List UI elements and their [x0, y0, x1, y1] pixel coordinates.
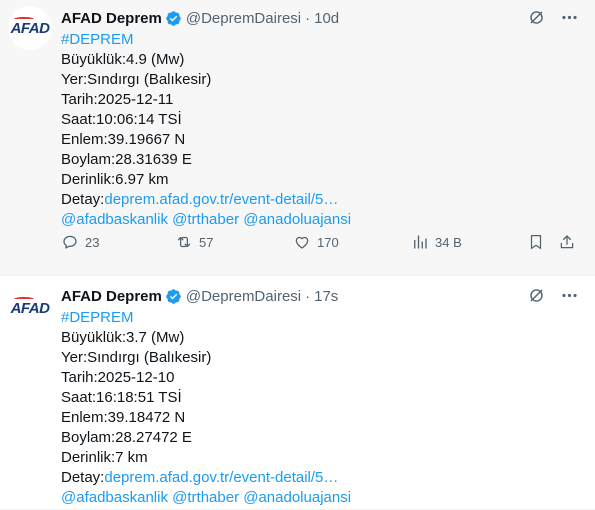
tweet[interactable]: AFAD AFAD Deprem @DepremDairesi · 10d #D… [0, 0, 595, 276]
mention-link[interactable]: @afadbaskanlik [61, 489, 168, 506]
time-line: Saat:16:18:51 TSİ [61, 389, 182, 406]
separator-dot: · [305, 9, 311, 27]
views-icon [414, 235, 427, 249]
tweet-text: #DEPREM Büyüklük:3.7 (Mw) Yer:Sındırgı (… [61, 308, 585, 508]
heart-icon [295, 236, 309, 249]
author-handle[interactable]: @DepremDairesi [186, 288, 301, 305]
like-button[interactable]: 170 [293, 233, 339, 251]
mention-link[interactable]: @anadoluajansi [243, 211, 351, 228]
location-line: Yer:Sındırgı (Balıkesir) [61, 71, 212, 88]
more-options-icon[interactable] [560, 8, 579, 27]
hashtag-link[interactable]: #DEPREM [61, 308, 585, 328]
author-handle[interactable]: @DepremDairesi [186, 10, 301, 27]
date-line: Tarih:2025-12-11 [61, 91, 174, 108]
avatar[interactable]: AFAD [8, 6, 52, 50]
detail-link[interactable]: deprem.afad.gov.tr/event-detail/5… [104, 469, 338, 486]
more-options-icon[interactable] [560, 286, 579, 305]
longitude-line: Boylam:28.31639 E [61, 151, 192, 168]
tweet-header: AFAD Deprem @DepremDairesi · 10d [61, 8, 585, 28]
reply-button[interactable]: 23 [61, 233, 99, 251]
verified-badge-icon [166, 10, 181, 26]
detail-line: Detay:deprem.afad.gov.tr/event-detail/5… [61, 190, 585, 210]
tweet-header: AFAD Deprem @DepremDairesi · 17s [61, 286, 585, 306]
afad-logo: AFAD [11, 16, 50, 37]
retweet-button[interactable]: 57 [175, 233, 213, 251]
detail-line: Detay:deprem.afad.gov.tr/event-detail/5… [61, 468, 585, 488]
timestamp[interactable]: 17s [314, 288, 338, 305]
views-button[interactable]: 34 B [411, 233, 462, 251]
grok-icon[interactable] [527, 8, 546, 27]
depth-line: Derinlik:7 km [61, 449, 148, 466]
time-line: Saat:10:06:14 TSİ [61, 111, 182, 128]
author-name[interactable]: AFAD Deprem [61, 10, 162, 27]
mentions-line: @afadbaskanlik @trthaber @anadoluajansi [61, 210, 585, 230]
share-icon [560, 235, 574, 249]
tweet-text: #DEPREM Büyüklük:4.9 (Mw) Yer:Sındırgı (… [61, 30, 585, 230]
date-line: Tarih:2025-12-10 [61, 369, 175, 386]
author-name[interactable]: AFAD Deprem [61, 288, 162, 305]
grok-icon[interactable] [527, 286, 546, 305]
retweet-count: 57 [199, 234, 214, 250]
hashtag-link[interactable]: #DEPREM [61, 30, 585, 50]
mention-link[interactable]: @trthaber [172, 489, 239, 506]
detail-label: Detay: [61, 469, 105, 486]
magnitude-line: Büyüklük:3.7 (Mw) [61, 329, 185, 346]
location-line: Yer:Sındırgı (Balıkesir) [61, 349, 212, 366]
mention-link[interactable]: @anadoluajansi [243, 489, 351, 506]
verified-badge-icon [166, 288, 181, 304]
bookmark-icon [530, 234, 542, 250]
bookmark-button[interactable] [527, 233, 545, 251]
tweet[interactable]: AFAD AFAD Deprem @DepremDairesi · 17s #D… [0, 276, 595, 510]
magnitude-line: Büyüklük:4.9 (Mw) [61, 51, 185, 68]
latitude-line: Enlem:39.19667 N [61, 131, 186, 148]
mentions-line: @afadbaskanlik @trthaber @anadoluajansi [61, 488, 585, 508]
detail-label: Detay: [61, 191, 105, 208]
like-count: 170 [317, 234, 339, 250]
avatar[interactable]: AFAD [8, 286, 52, 330]
reply-count: 23 [85, 234, 100, 250]
share-button[interactable] [558, 233, 576, 251]
retweet-icon [177, 236, 191, 248]
depth-line: Derinlik:6.97 km [61, 171, 169, 188]
views-count: 34 B [435, 234, 462, 250]
latitude-line: Enlem:39.18472 N [61, 409, 186, 426]
detail-link[interactable]: deprem.afad.gov.tr/event-detail/5… [104, 191, 338, 208]
mention-link[interactable]: @trthaber [172, 211, 239, 228]
timestamp[interactable]: 10d [314, 10, 339, 27]
mention-link[interactable]: @afadbaskanlik [61, 211, 168, 228]
afad-logo: AFAD [11, 296, 50, 317]
separator-dot: · [305, 287, 311, 305]
longitude-line: Boylam:28.27472 E [61, 429, 192, 446]
reply-icon [63, 235, 77, 249]
